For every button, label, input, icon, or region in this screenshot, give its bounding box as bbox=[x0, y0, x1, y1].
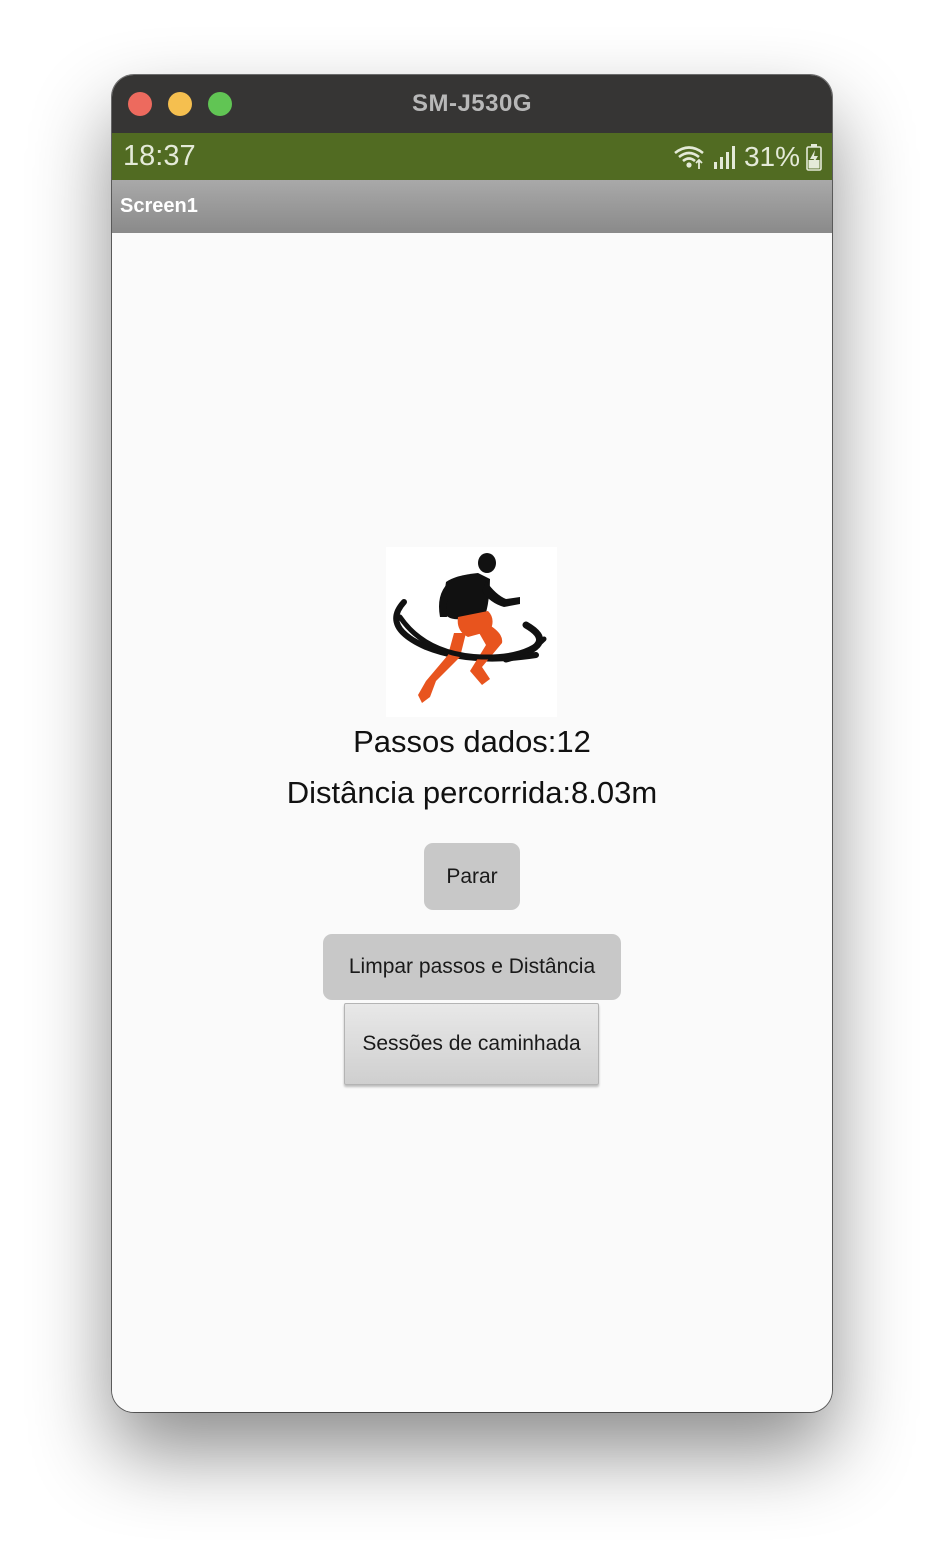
stop-button[interactable]: Parar bbox=[424, 843, 520, 910]
runner-icon bbox=[393, 553, 547, 703]
walking-sessions-button[interactable]: Sessões de caminhada bbox=[344, 1003, 599, 1085]
runner-logo-image bbox=[386, 547, 557, 717]
status-icons: 31% bbox=[672, 133, 822, 180]
emulator-window: SM-J530G 18:37 31% Screen1 Passos dados:… bbox=[112, 75, 832, 1412]
battery-percentage: 31% bbox=[743, 141, 800, 172]
screen-content: Passos dados:12 Distância percorrida:8.0… bbox=[112, 233, 832, 1412]
status-time: 18:37 bbox=[123, 140, 196, 172]
window-title: SM-J530G bbox=[411, 90, 533, 117]
app-action-bar: Screen1 bbox=[112, 180, 832, 233]
wifi-icon bbox=[674, 145, 704, 169]
steps-label: Passos dados:12 bbox=[353, 724, 591, 759]
clear-steps-distance-button[interactable]: Limpar passos e Distância bbox=[323, 934, 621, 1000]
window-titlebar: SM-J530G bbox=[112, 75, 832, 133]
distance-label: Distância percorrida:8.03m bbox=[286, 775, 658, 810]
android-status-bar: 18:37 31% bbox=[112, 133, 832, 180]
battery-charging-icon bbox=[806, 143, 822, 171]
signal-icon bbox=[713, 145, 735, 169]
screen-title: Screen1 bbox=[120, 195, 198, 217]
